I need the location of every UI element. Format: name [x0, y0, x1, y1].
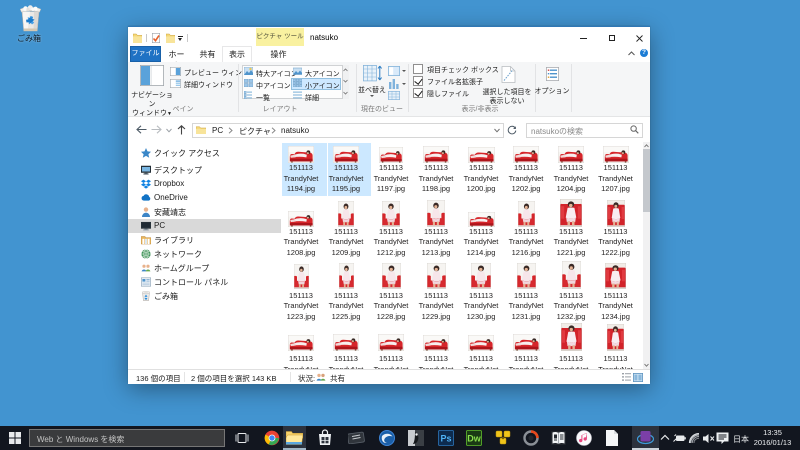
- svg-text:Ps: Ps: [440, 433, 451, 443]
- svg-text:Dw: Dw: [467, 433, 481, 443]
